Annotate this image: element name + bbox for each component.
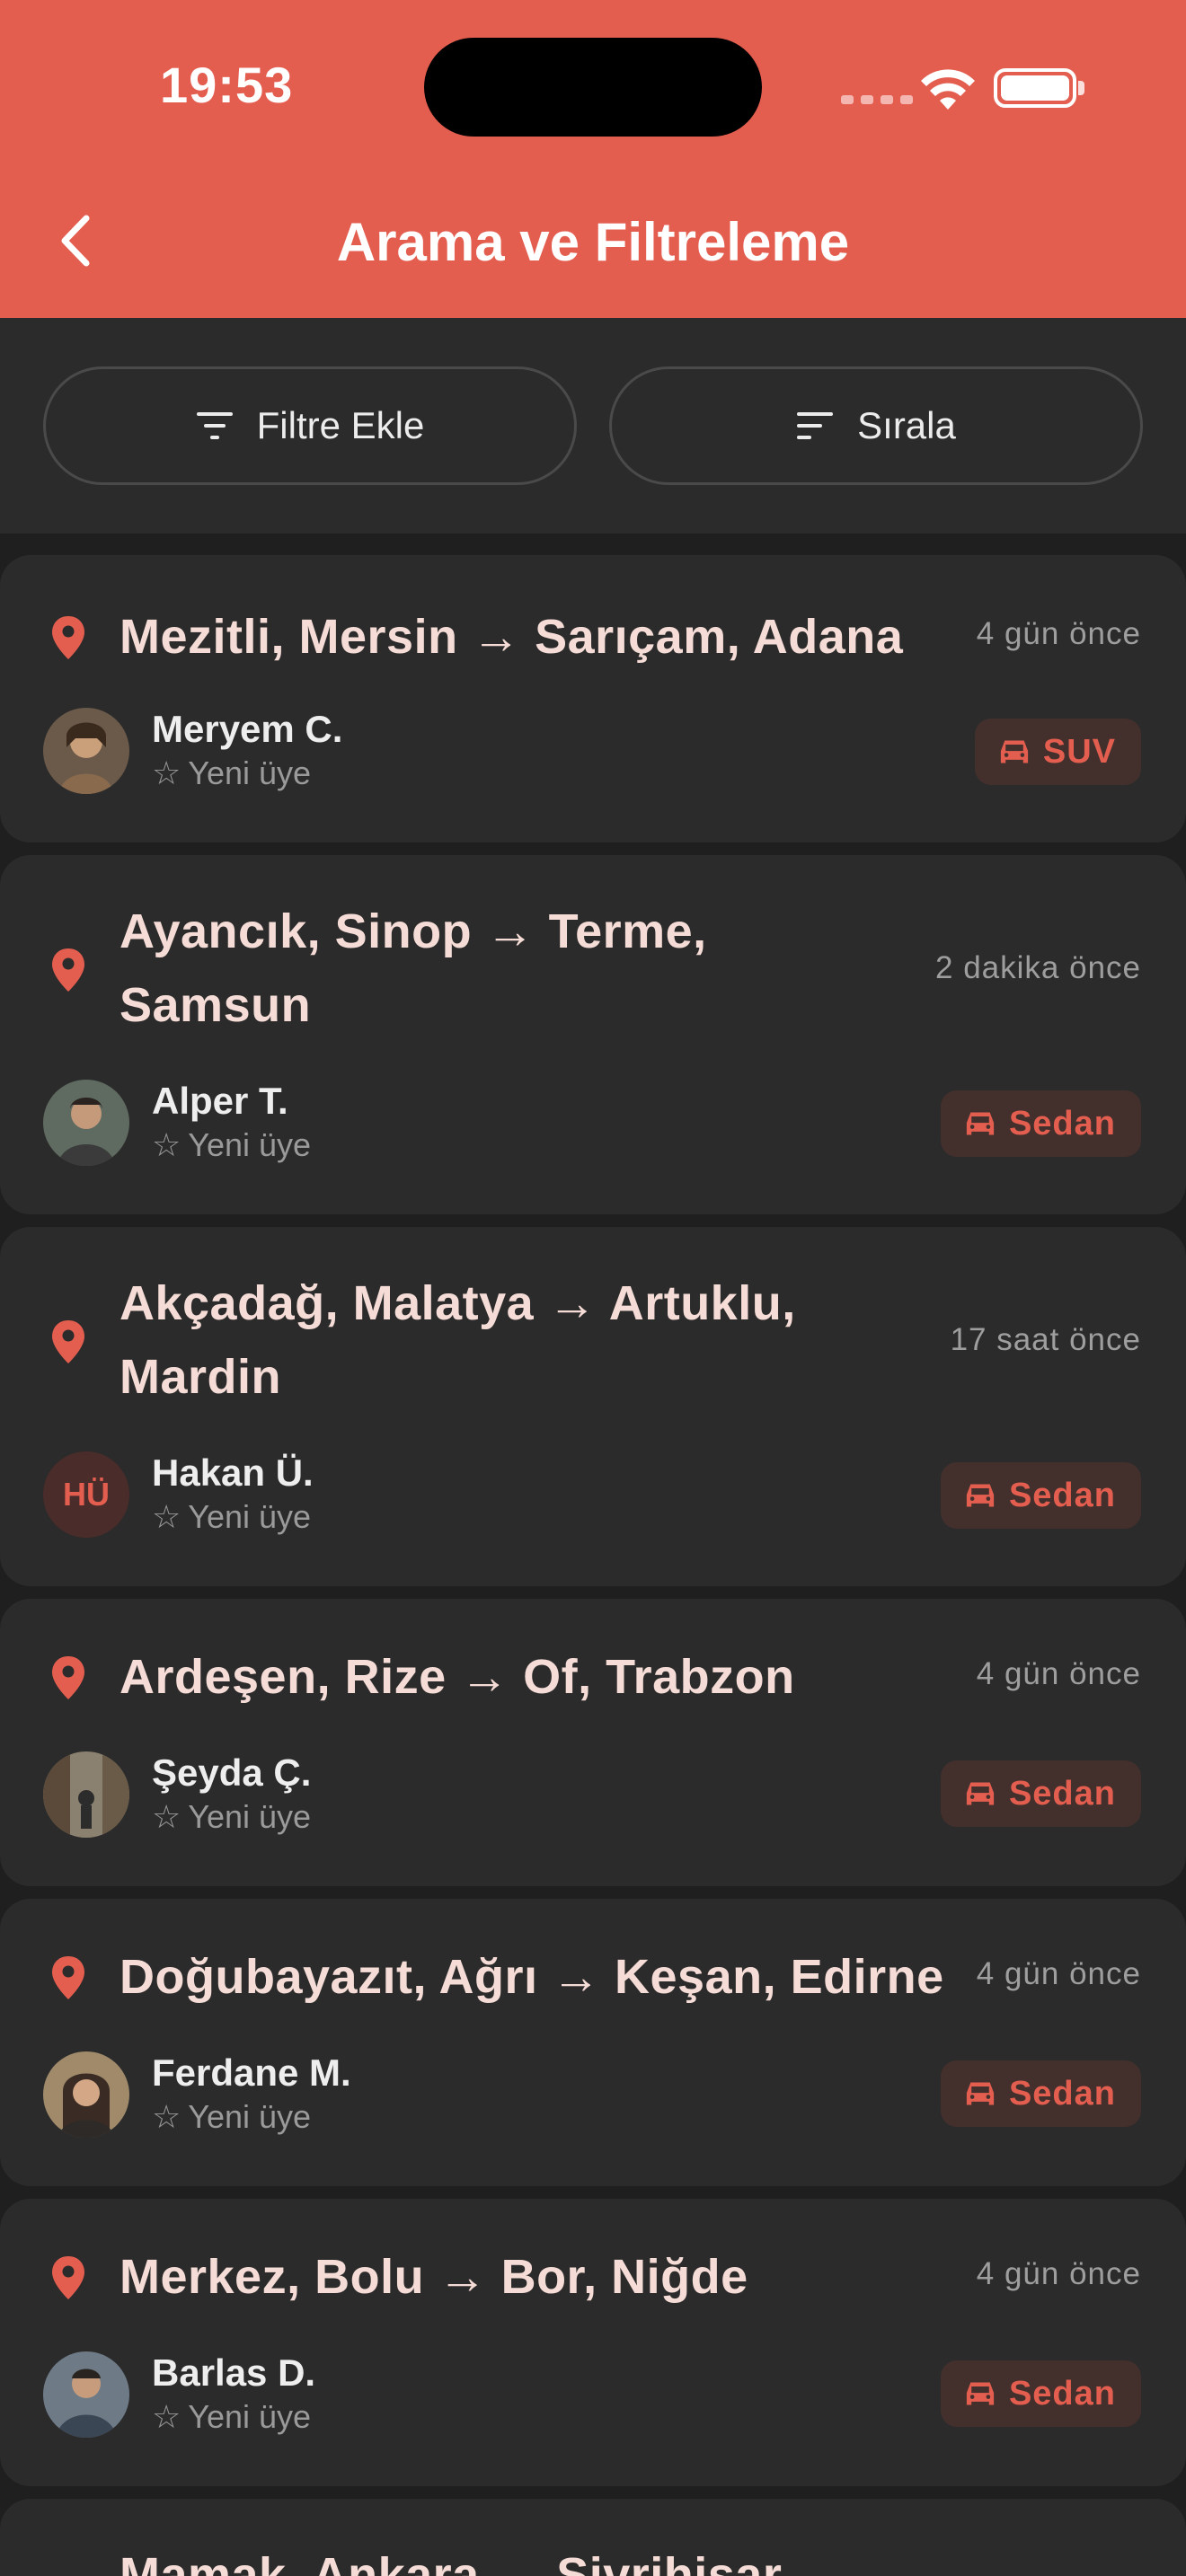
route-text: Mezitli, Mersin → Sarıçam, Adana (119, 610, 904, 664)
user-name: Alper T. (152, 1080, 288, 1122)
posted-time: 2 dakika önce (935, 950, 1141, 985)
status-time: 19:53 (160, 57, 294, 113)
car-icon (964, 2079, 996, 2108)
car-icon (964, 1109, 996, 1138)
user-name: Şeyda Ç. (152, 1751, 312, 1794)
avatar (43, 708, 129, 794)
add-filter-button[interactable]: Filtre Ekle (43, 366, 577, 485)
user-name: Meryem C. (152, 708, 343, 750)
avatar (43, 1751, 129, 1838)
vehicle-badge: Sedan (940, 1090, 1141, 1157)
user-rating: ☆ Yeni üye (152, 754, 312, 791)
posted-time: 17 saat önce (950, 1322, 1141, 1357)
route-text: Ayancık, Sinop → Terme, Samsun (119, 904, 707, 1032)
ride-card[interactable]: Mamak, Ankara → Sivrihisar (0, 2499, 1186, 2576)
vehicle-badge: Sedan (940, 2060, 1141, 2127)
route-text: Ardeşen, Rize → Of, Trabzon (119, 1650, 795, 1704)
posted-time: 4 gün önce (976, 1956, 1141, 1991)
route-text: Merkez, Bolu → Bor, Niğde (119, 2250, 748, 2304)
star-outline-icon: ☆ (152, 754, 181, 791)
vehicle-badge: Sedan (940, 1462, 1141, 1529)
user-rating: ☆ Yeni üye (152, 2098, 312, 2135)
location-pin-icon (50, 2254, 86, 2301)
user-name: Ferdane M. (152, 2051, 351, 2094)
location-pin-icon (50, 1954, 86, 2001)
posted-time: 4 gün önce (976, 2256, 1141, 2291)
car-icon (964, 1481, 996, 1510)
page-title: Arama ve Filtreleme (336, 212, 850, 272)
filter-icon (196, 412, 233, 439)
user-name: Barlas D. (152, 2351, 316, 2394)
vehicle-badge: Sedan (940, 2360, 1141, 2427)
vehicle-badge: Sedan (940, 1760, 1141, 1827)
sort-button[interactable]: Sırala (609, 366, 1143, 485)
wifi-icon (921, 69, 975, 110)
star-outline-icon: ☆ (152, 1798, 181, 1835)
avatar (43, 2351, 129, 2438)
car-icon (964, 1779, 996, 1808)
dynamic-island (424, 38, 762, 137)
route-text: Mamak, Ankara → Sivrihisar (119, 2548, 783, 2576)
star-outline-icon: ☆ (152, 2398, 181, 2435)
ride-card[interactable]: Akçadağ, Malatya → Artuklu, Mardin 17 sa… (0, 1227, 1186, 1586)
star-outline-icon: ☆ (152, 1498, 181, 1535)
add-filter-label: Filtre Ekle (256, 404, 425, 446)
location-pin-icon (50, 1319, 86, 1365)
sort-icon (797, 412, 834, 439)
battery-icon (994, 68, 1076, 108)
car-icon (998, 737, 1031, 766)
ride-card[interactable]: Doğubayazıt, Ağrı → Keşan, Edirne 4 gün … (0, 1899, 1186, 2186)
location-pin-icon (50, 947, 86, 993)
ride-card[interactable]: Merkez, Bolu → Bor, Niğde 4 gün önce Bar… (0, 2199, 1186, 2486)
avatar (43, 1080, 129, 1166)
ride-card[interactable]: Ayancık, Sinop → Terme, Samsun 2 dakika … (0, 855, 1186, 1214)
car-icon (964, 2379, 996, 2408)
posted-time: 4 gün önce (976, 616, 1141, 651)
location-pin-icon (50, 1654, 86, 1701)
ride-card[interactable]: Ardeşen, Rize → Of, Trabzon 4 gün önce Ş… (0, 1599, 1186, 1886)
user-rating: ☆ Yeni üye (152, 1498, 312, 1535)
avatar: HÜ (43, 1451, 129, 1538)
avatar (43, 2051, 129, 2138)
location-pin-icon (50, 614, 86, 661)
posted-time: 4 gün önce (976, 1656, 1141, 1691)
user-rating: ☆ Yeni üye (152, 1126, 312, 1163)
sort-label: Sırala (857, 404, 956, 446)
user-rating: ☆ Yeni üye (152, 2398, 312, 2435)
route-text: Doğubayazıt, Ağrı → Keşan, Edirne (119, 1950, 944, 2004)
vehicle-badge: SUV (974, 719, 1141, 785)
route-text: Akçadağ, Malatya → Artuklu, Mardin (119, 1276, 796, 1404)
user-name: Hakan Ü. (152, 1451, 314, 1494)
star-outline-icon: ☆ (152, 2098, 181, 2135)
user-rating: ☆ Yeni üye (152, 1798, 312, 1835)
ride-card[interactable]: Mezitli, Mersin → Sarıçam, Adana 4 gün ö… (0, 555, 1186, 842)
cellular-signal-icon (841, 95, 913, 104)
star-outline-icon: ☆ (152, 1126, 181, 1163)
